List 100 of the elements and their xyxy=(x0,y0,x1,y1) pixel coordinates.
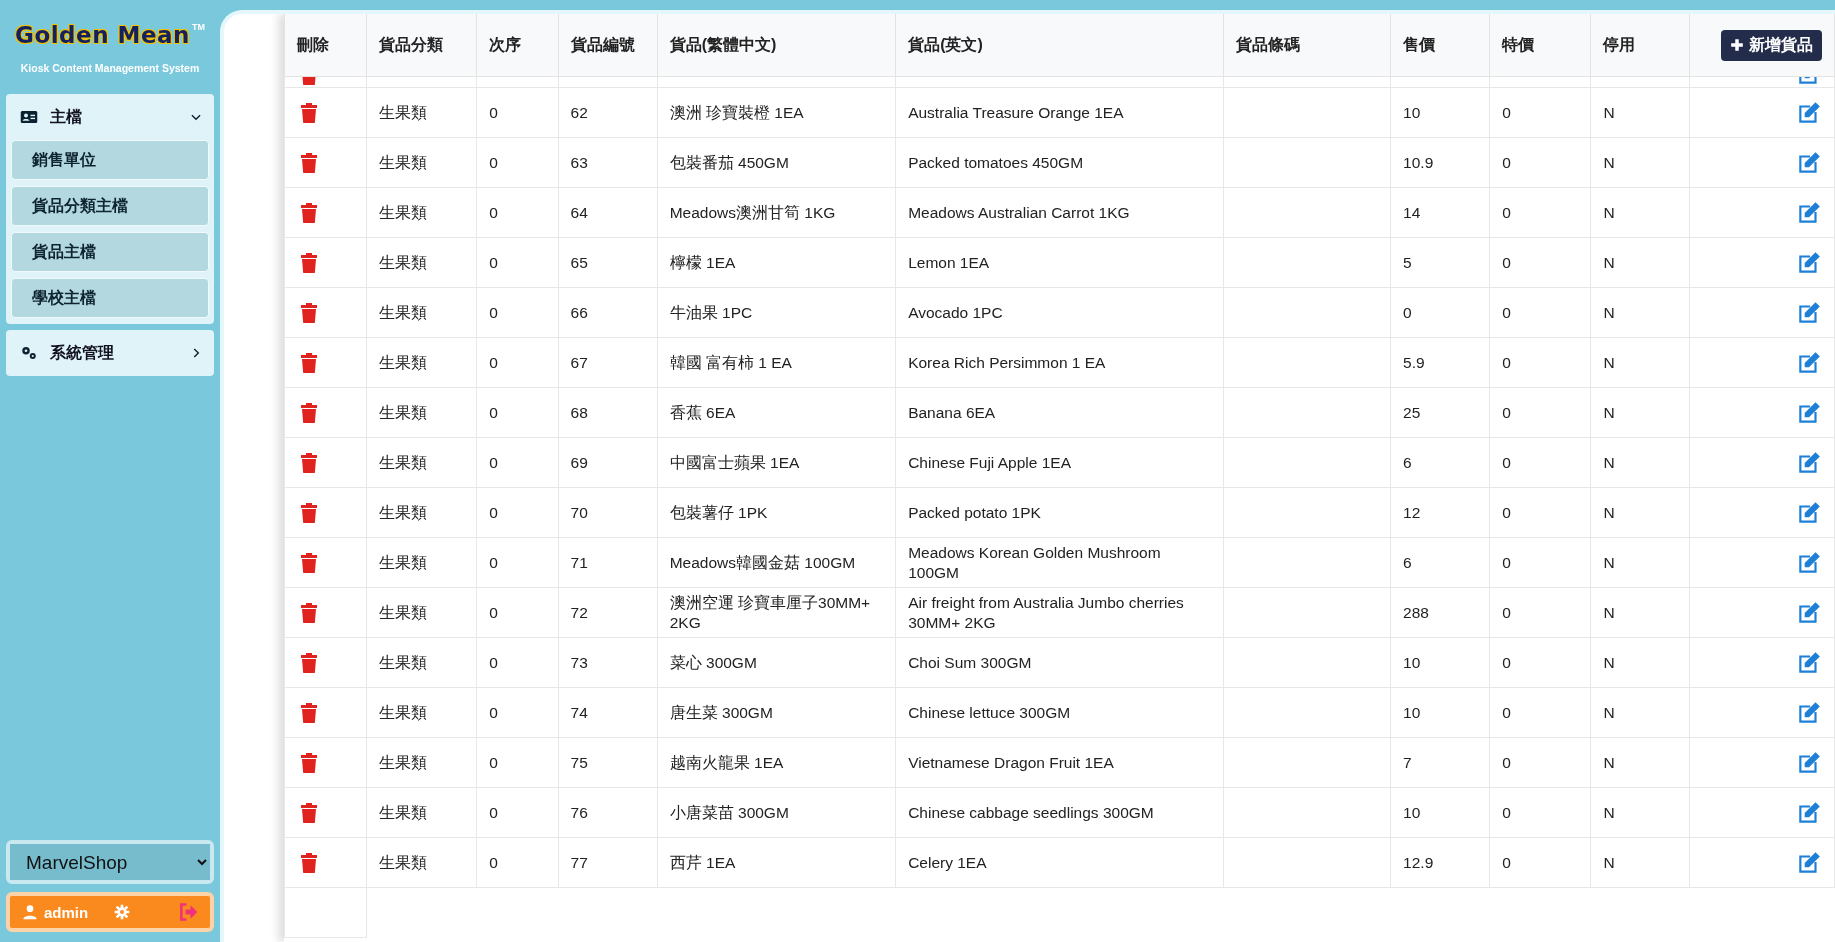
menu-group-header[interactable]: 系統管理 xyxy=(11,330,209,376)
edit-icon[interactable] xyxy=(1796,599,1822,626)
table-cell: 0 xyxy=(1489,637,1591,688)
table-cell: 10.9 xyxy=(1390,137,1490,188)
add-item-button[interactable]: 新增貨品 xyxy=(1721,29,1822,61)
table-cell: 生果類 xyxy=(366,87,477,138)
table-cell: N xyxy=(1590,137,1690,188)
table-cell: 288 xyxy=(1390,587,1490,638)
edit-icon[interactable] xyxy=(1796,199,1822,226)
edit-icon[interactable] xyxy=(1796,549,1822,576)
table-cell: 25 xyxy=(1390,387,1490,438)
menu-group-header[interactable]: 主檔 xyxy=(11,94,209,140)
edit-icon[interactable] xyxy=(1796,299,1822,326)
edit-icon[interactable] xyxy=(1796,149,1822,176)
table-cell: N xyxy=(1590,487,1690,538)
table-cell: 0 xyxy=(476,587,558,638)
table-cell: 生果類 xyxy=(366,737,477,788)
edit-icon[interactable] xyxy=(1796,349,1822,376)
table-cell: N xyxy=(1590,787,1690,838)
edit-icon[interactable] xyxy=(1796,849,1822,876)
table-cell: 70 xyxy=(558,487,658,538)
menu-item[interactable]: 貨品分類主檔 xyxy=(11,186,209,226)
table-cell: 0 xyxy=(476,687,558,738)
column-header: 次序 xyxy=(476,14,558,77)
table-cell: 67 xyxy=(558,337,658,388)
table-cell: 0 xyxy=(1489,837,1591,888)
user-name: admin xyxy=(44,903,89,921)
table-cell: 生果類 xyxy=(366,537,477,588)
table-cell: 生果類 xyxy=(366,287,477,338)
table-cell: 73 xyxy=(558,637,658,688)
edit-icon[interactable] xyxy=(1796,799,1822,826)
menu-item[interactable]: 貨品主檔 xyxy=(11,232,209,272)
user-icon xyxy=(22,904,38,920)
table-cell: 0 xyxy=(1489,437,1591,488)
table-cell: N xyxy=(1590,87,1690,138)
shop-select[interactable]: MarvelShop xyxy=(6,840,214,884)
table-cell: Air freight from Australia Jumbo cherries 30MM+ 2KG xyxy=(895,587,1224,638)
id-card-icon xyxy=(20,108,38,126)
edit-icon[interactable] xyxy=(1796,749,1822,776)
table-cell: 0 xyxy=(476,637,558,688)
table-cell: 生果類 xyxy=(366,487,477,538)
table-cell: 0 xyxy=(1489,287,1591,338)
table-cell: 12.9 xyxy=(1390,837,1490,888)
table-cell: 0 xyxy=(476,387,558,438)
column-header: 貨品條碼 xyxy=(1223,14,1391,77)
table-cell: 10 xyxy=(1390,787,1490,838)
edit-icon[interactable] xyxy=(1796,499,1822,526)
table-cell: 0 xyxy=(476,437,558,488)
table-cell: 西芹 1EA xyxy=(657,837,896,888)
table-cell: 0 xyxy=(1489,337,1591,388)
table-cell: 0 xyxy=(1489,787,1591,838)
table-cell: Packed potato 1PK xyxy=(895,487,1224,538)
table-cell: 0 xyxy=(1489,187,1591,238)
column-header: 售價 xyxy=(1390,14,1490,77)
table-cell: 生果類 xyxy=(366,437,477,488)
table-cell: 64 xyxy=(558,187,658,238)
edit-icon[interactable] xyxy=(1796,699,1822,726)
logo-text: Golden Mean xyxy=(15,22,190,48)
table-cell: N xyxy=(1590,437,1690,488)
table-cell: 0 xyxy=(1489,387,1591,438)
table-cell: Vietnamese Dragon Fruit 1EA xyxy=(895,737,1224,788)
table-cell: Australia Treasure Orange 1EA xyxy=(895,87,1224,138)
table-cell: 0 xyxy=(476,787,558,838)
table-cell: Korea Rich Persimmon 1 EA xyxy=(895,337,1224,388)
table-cell: Meadows Korean Golden Mushroom 100GM xyxy=(895,537,1224,588)
table-cell: 0 xyxy=(476,287,558,338)
table-cell: Celery 1EA xyxy=(895,837,1224,888)
table-cell: 0 xyxy=(476,187,558,238)
table-cell: 0 xyxy=(1390,287,1490,338)
table-cell: Meadows Australian Carrot 1KG xyxy=(895,187,1224,238)
table-cell: 6 xyxy=(1390,537,1490,588)
table-cell: 10 xyxy=(1390,87,1490,138)
table-cell: 62 xyxy=(558,87,658,138)
table-cell: Packed tomatoes 450GM xyxy=(895,137,1224,188)
table-cell: 韓國 富有柿 1 EA xyxy=(657,337,896,388)
table-cell: 檸檬 1EA xyxy=(657,237,896,288)
edit-icon[interactable] xyxy=(1796,399,1822,426)
edit-icon[interactable] xyxy=(1796,649,1822,676)
table-cell: 68 xyxy=(558,387,658,438)
menu-item[interactable]: 銷售單位 xyxy=(11,140,209,180)
table-cell: 香蕉 6EA xyxy=(657,387,896,438)
table-cell: 65 xyxy=(558,237,658,288)
table-cell: N xyxy=(1590,237,1690,288)
edit-icon[interactable] xyxy=(1796,449,1822,476)
edit-icon[interactable] xyxy=(1796,99,1822,126)
table-cell: 小唐菜苗 300GM xyxy=(657,787,896,838)
table-cell: 生果類 xyxy=(366,587,477,638)
table-cell: 10 xyxy=(1390,637,1490,688)
edit-icon[interactable] xyxy=(1796,249,1822,276)
table-cell: Avocado 1PC xyxy=(895,287,1224,338)
settings-icon[interactable] xyxy=(114,904,131,920)
column-header: 貨品(繁體中文) xyxy=(657,14,896,77)
table-cell: 12 xyxy=(1390,487,1490,538)
table-cell: 0 xyxy=(1489,687,1591,738)
table-cell: 76 xyxy=(558,787,658,838)
table-cell: 包裝番茄 450GM xyxy=(657,137,896,188)
table-cell: N xyxy=(1590,187,1690,238)
menu-item[interactable]: 學校主檔 xyxy=(11,278,209,318)
table-cell: 10 xyxy=(1390,687,1490,738)
table-cell: 75 xyxy=(558,737,658,788)
